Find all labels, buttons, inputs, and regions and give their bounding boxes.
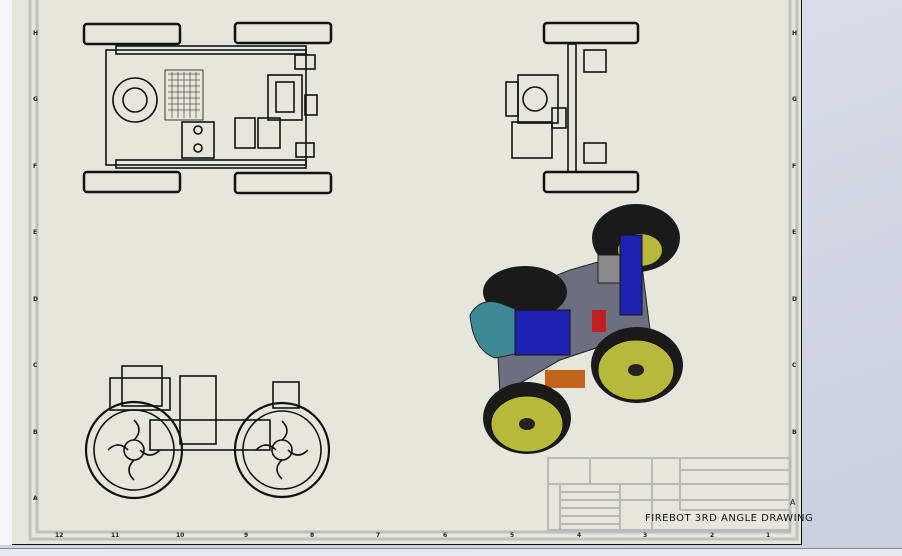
zone-row-label: H bbox=[792, 30, 798, 37]
drawing-title: FIREBOT 3RD ANGLE DRAWING bbox=[645, 513, 814, 524]
red-part bbox=[592, 310, 606, 332]
zone-row-label: G bbox=[33, 96, 38, 103]
zone-row-label: B bbox=[792, 429, 797, 436]
size-letter: A bbox=[790, 498, 796, 507]
wheel-front-left-hub bbox=[519, 418, 535, 430]
orange-part bbox=[545, 370, 585, 388]
zone-row-label: G bbox=[792, 96, 797, 103]
zone-row-label: E bbox=[33, 229, 38, 236]
front-view[interactable] bbox=[84, 365, 331, 500]
isometric-view[interactable] bbox=[469, 204, 683, 454]
zone-row-label: E bbox=[792, 229, 797, 236]
blue-bracket bbox=[619, 234, 643, 316]
top-view[interactable] bbox=[82, 21, 333, 195]
servo bbox=[597, 254, 623, 284]
zone-col-label: 4 bbox=[577, 532, 582, 539]
zone-row-label: B bbox=[33, 429, 38, 436]
zone-col-label: 6 bbox=[443, 532, 448, 539]
wheel-front-right-hub bbox=[628, 364, 644, 376]
zone-col-label: 5 bbox=[510, 532, 515, 539]
zone-col-label: 10 bbox=[176, 532, 185, 539]
zone-col-label: 3 bbox=[643, 532, 648, 539]
zone-col-label: 1 bbox=[766, 532, 771, 539]
zone-col-label: 7 bbox=[376, 532, 381, 539]
drawing-canvas bbox=[28, 0, 799, 541]
zone-col-label: 8 bbox=[310, 532, 315, 539]
zone-col-label: 11 bbox=[111, 532, 120, 539]
side-view[interactable] bbox=[505, 21, 640, 194]
zone-row-label: C bbox=[792, 362, 797, 369]
zone-row-label: C bbox=[33, 362, 38, 369]
zone-col-label: 12 bbox=[55, 532, 64, 539]
zone-row-label: D bbox=[33, 296, 38, 303]
zone-row-label: A bbox=[33, 495, 38, 502]
zone-col-label: 9 bbox=[244, 532, 249, 539]
zone-row-label: F bbox=[792, 163, 797, 170]
zone-row-label: F bbox=[33, 163, 38, 170]
battery-holder bbox=[514, 309, 571, 356]
zone-row-label: D bbox=[792, 296, 797, 303]
zone-row-label: H bbox=[33, 30, 39, 37]
zone-col-label: 2 bbox=[710, 532, 715, 539]
